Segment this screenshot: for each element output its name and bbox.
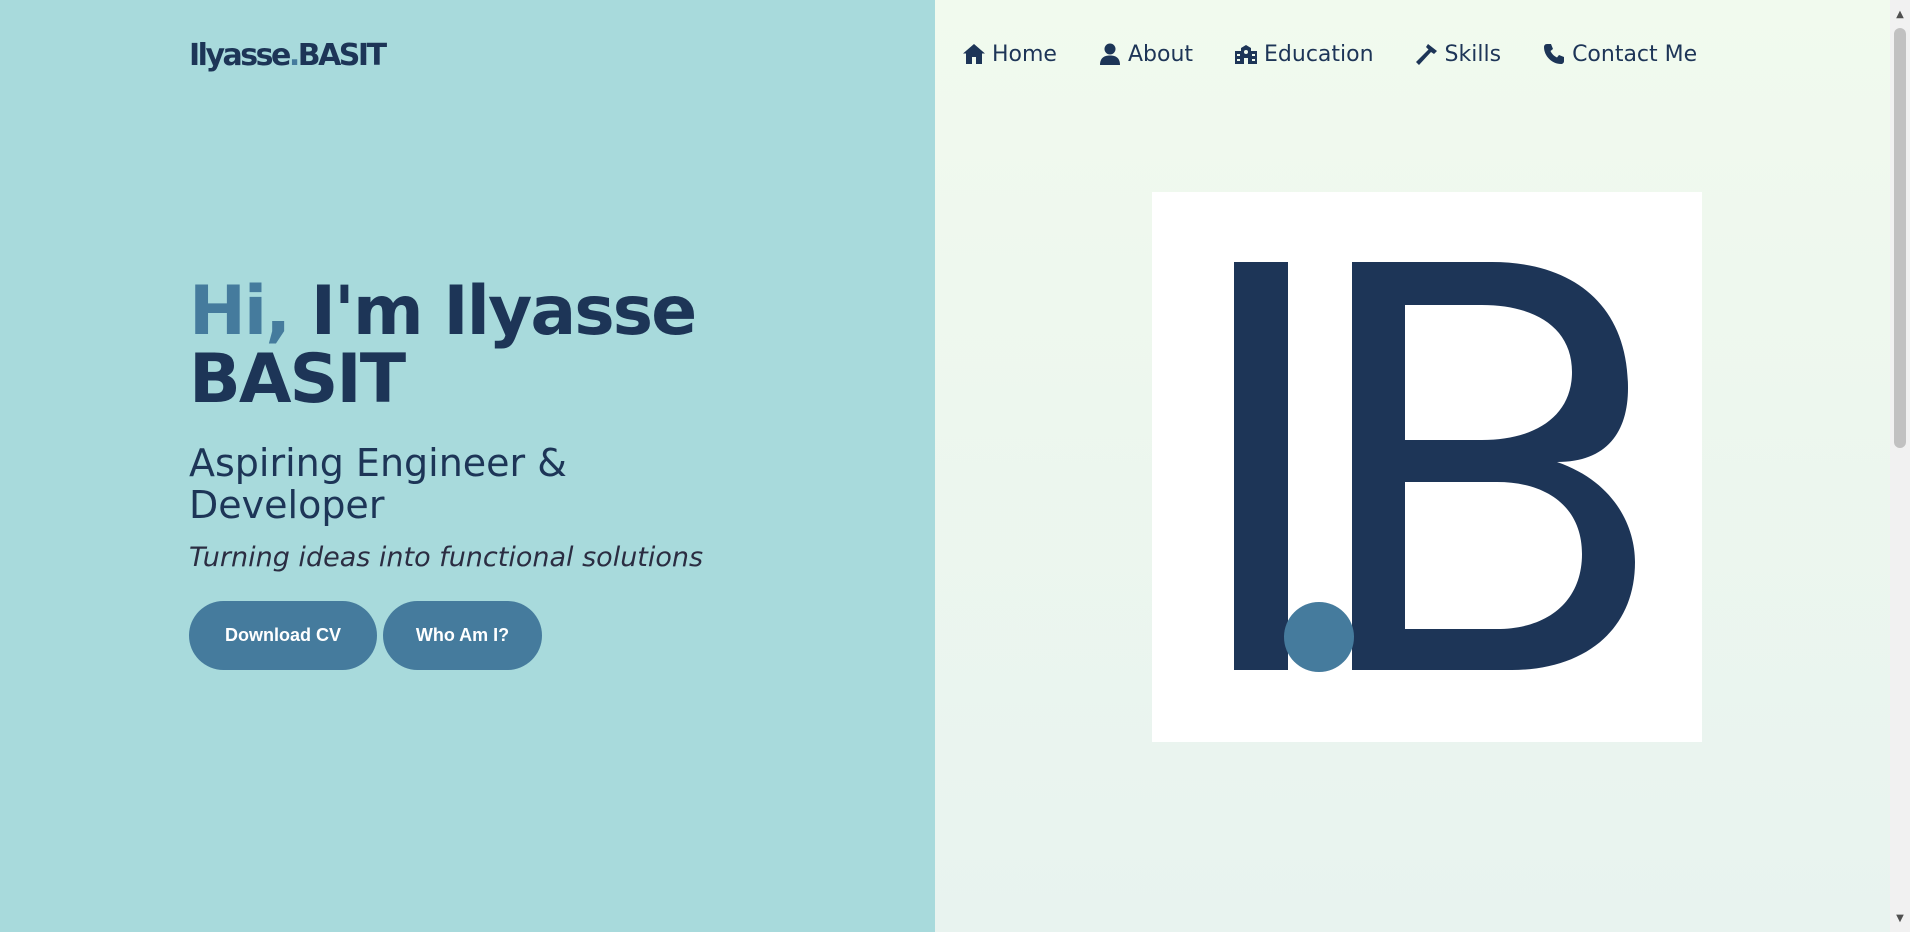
download-cv-button[interactable]: Download CV	[189, 601, 377, 670]
logo-dot: .	[288, 38, 300, 73]
nav-item-education[interactable]: Education	[1234, 42, 1374, 67]
nav-item-contact[interactable]: Contact Me	[1542, 42, 1697, 67]
scroll-up-arrow-icon[interactable]: ▲	[1890, 4, 1910, 24]
vertical-scrollbar[interactable]: ▲ ▼	[1890, 0, 1910, 932]
logo-last: BASIT	[297, 38, 387, 73]
page: Ilyasse.BASIT Home About Education Skill…	[0, 0, 1910, 932]
main-nav: Home About Education Skills Contact Me	[962, 38, 1697, 70]
scroll-thumb[interactable]	[1894, 28, 1906, 448]
ib-logo-image	[1152, 192, 1702, 742]
nav-item-home[interactable]: Home	[962, 42, 1057, 67]
school-icon	[1235, 45, 1258, 64]
nav-item-label: Home	[992, 41, 1057, 67]
hero-subtitle: Aspiring Engineer & Developer	[189, 441, 567, 527]
who-am-i-button[interactable]: Who Am I?	[383, 601, 542, 670]
nav-item-label: Education	[1264, 41, 1374, 67]
hammer-icon	[1415, 44, 1437, 65]
nav-item-about[interactable]: About	[1098, 42, 1193, 67]
home-icon	[963, 44, 985, 64]
user-icon	[1099, 43, 1120, 65]
ib-monogram-logo	[1234, 262, 1635, 672]
phone-icon	[1544, 44, 1565, 64]
site-logo[interactable]: Ilyasse.BASIT	[189, 38, 387, 74]
nav-item-label: Skills	[1444, 41, 1502, 67]
nav-item-label: Contact Me	[1572, 41, 1698, 67]
nav-item-label: About	[1127, 41, 1194, 67]
nav-item-skills[interactable]: Skills	[1415, 41, 1502, 67]
hero-title: Hi, I'm Ilyasse BASIT	[189, 278, 789, 414]
scroll-down-arrow-icon[interactable]: ▼	[1890, 908, 1910, 928]
logo-first: Ilyasse	[189, 38, 291, 73]
hero-tagline: Turning ideas into functional solutions	[189, 542, 704, 573]
